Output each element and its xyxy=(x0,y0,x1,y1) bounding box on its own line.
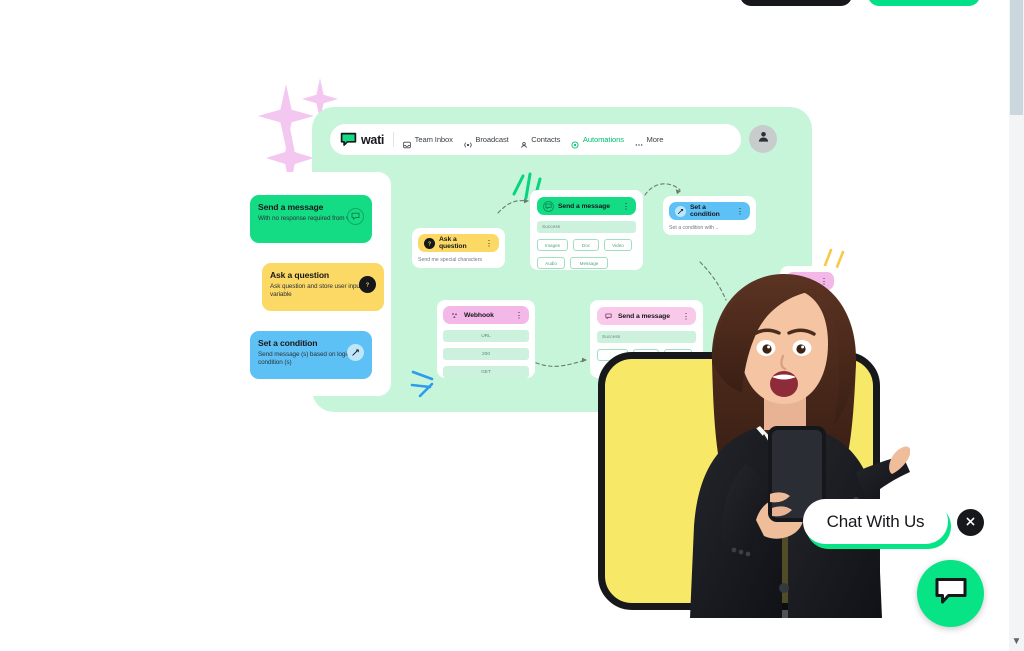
message-bubble-icon xyxy=(347,208,364,225)
svg-text:?: ? xyxy=(366,283,370,289)
node-subtitle: Set a condition with .. xyxy=(669,225,719,231)
node-header: Set a condition ⋮ xyxy=(669,202,750,220)
node-subtitle: Send me special characters xyxy=(418,257,483,263)
page-root: wati Team Inbox Broadcast Contacts Autom… xyxy=(0,0,1024,651)
chip-images[interactable]: Images xyxy=(537,239,568,251)
flow-node-webhook[interactable]: Webhook ⋮ URL 200 GET xyxy=(437,300,535,378)
node-field-success[interactable]: Success xyxy=(537,221,636,233)
webhook-row-method[interactable]: GET xyxy=(443,366,529,378)
svg-text:?: ? xyxy=(428,241,431,247)
chip-video[interactable]: Video xyxy=(604,239,632,251)
palette-card-send-a-message[interactable]: Send a message With no response required… xyxy=(250,195,372,243)
question-mark-icon: ? xyxy=(424,237,435,249)
node-title: Set a condition xyxy=(690,204,720,218)
nav-item-broadcast[interactable]: Broadcast xyxy=(464,135,509,147)
node-header: Send a message ⋮ xyxy=(537,197,636,215)
node-title: Webhook xyxy=(464,311,494,319)
app-navbar: wati Team Inbox Broadcast Contacts Autom… xyxy=(330,124,741,155)
page-scrollbar[interactable]: ▼ xyxy=(1009,0,1024,651)
webhook-row-url[interactable]: URL xyxy=(443,330,529,342)
flow-node-send-a-message-1[interactable]: Send a message ⋮ Success Images Doc Vide… xyxy=(530,190,643,270)
chat-close-button[interactable] xyxy=(957,509,984,536)
kebab-menu-icon[interactable]: ⋮ xyxy=(515,311,523,319)
automation-icon xyxy=(571,136,579,149)
node-chip-row-1: Images Doc Video xyxy=(537,239,636,251)
node-header: ? Ask a question ⋮ xyxy=(418,234,499,252)
broadcast-icon xyxy=(464,136,472,147)
header-dark-button[interactable] xyxy=(740,0,852,6)
chat-fab-button[interactable] xyxy=(917,560,984,627)
nav-item-contacts[interactable]: Contacts xyxy=(520,135,561,148)
scrollbar-thumb[interactable] xyxy=(1010,0,1023,115)
navbar-divider xyxy=(393,132,395,147)
sparkle-star-icon xyxy=(258,84,314,148)
nav-label: Contacts xyxy=(531,135,561,144)
chevron-down-icon[interactable]: ▼ xyxy=(1009,637,1024,647)
contacts-icon xyxy=(520,136,528,148)
chip-message[interactable]: Message xyxy=(570,257,608,269)
webhook-icon xyxy=(449,309,460,321)
node-header: Webhook ⋮ xyxy=(443,306,529,324)
flow-node-ask-a-question[interactable]: ? Ask a question ⋮ Send me special chara… xyxy=(412,228,505,268)
nav-label: Automations xyxy=(582,135,624,144)
chat-bubble-logo-icon xyxy=(340,132,357,147)
flow-node-set-a-condition[interactable]: Set a condition ⋮ Set a condition with .… xyxy=(663,196,756,235)
chip-audio[interactable]: Audio xyxy=(537,257,565,269)
person-icon xyxy=(757,130,770,148)
palette-card-ask-a-question[interactable]: Ask a question Ask question and store us… xyxy=(262,263,384,311)
app-logo-text: wati xyxy=(361,132,385,147)
node-chip-row-2: Audio Message xyxy=(537,257,636,269)
kebab-menu-icon[interactable]: ⋮ xyxy=(485,239,493,247)
kebab-menu-icon[interactable]: ⋮ xyxy=(736,207,744,215)
nav-item-automations[interactable]: Automations xyxy=(571,135,624,149)
node-title: Ask a question xyxy=(439,236,467,250)
message-bubble-icon xyxy=(543,200,554,212)
chip-doc[interactable]: Doc xyxy=(573,239,599,251)
hero-photo-woman xyxy=(690,274,910,618)
nav-item-more[interactable]: More xyxy=(635,135,664,146)
nav-label: More xyxy=(646,135,664,144)
more-dots-icon xyxy=(635,136,643,146)
chat-with-us-button[interactable]: Chat With Us xyxy=(803,499,948,544)
avatar[interactable] xyxy=(749,125,777,153)
app-logo[interactable]: wati xyxy=(340,132,393,147)
webhook-row-status[interactable]: 200 xyxy=(443,348,529,360)
kebab-menu-icon[interactable]: ⋮ xyxy=(622,202,630,210)
chat-bubble-icon xyxy=(934,576,968,611)
nav-label: Broadcast xyxy=(475,135,509,144)
close-x-icon xyxy=(965,514,976,532)
inbox-icon xyxy=(403,136,411,148)
nav-label: Team Inbox xyxy=(414,135,453,144)
header-green-button[interactable] xyxy=(868,0,980,6)
message-bubble-icon xyxy=(603,310,614,322)
question-mark-icon: ? xyxy=(359,276,376,293)
chat-with-us-label: Chat With Us xyxy=(826,511,925,531)
branch-icon xyxy=(347,344,364,361)
branch-icon xyxy=(675,205,686,217)
palette-card-set-a-condition[interactable]: Set a condition Send message (s) based o… xyxy=(250,331,372,379)
node-title: Send a message xyxy=(558,202,610,210)
nav-item-team-inbox[interactable]: Team Inbox xyxy=(403,135,453,148)
